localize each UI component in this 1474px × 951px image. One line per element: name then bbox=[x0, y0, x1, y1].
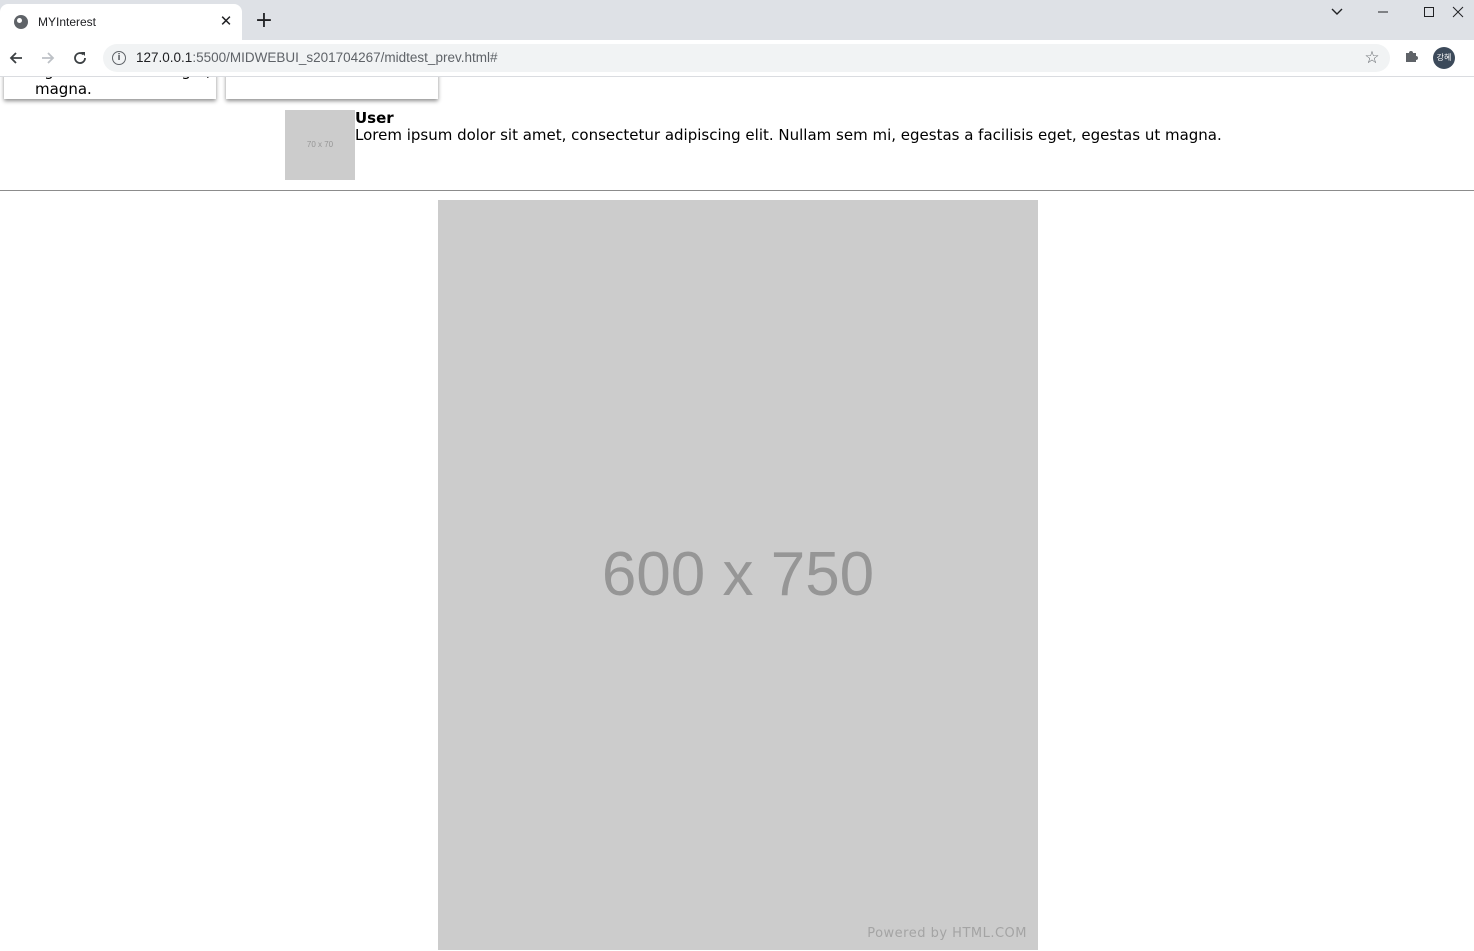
divider bbox=[0, 190, 1474, 191]
arrow-left-icon bbox=[9, 52, 22, 64]
address-bar[interactable]: i 127.0.0.1:5500/MIDWEBUI_s201704267/mid… bbox=[103, 44, 1390, 72]
username[interactable]: User bbox=[355, 110, 394, 126]
chevron-down-icon bbox=[1331, 8, 1343, 15]
globe-icon bbox=[14, 15, 28, 29]
post-description: Lorem ipsum dolor sit amet, consectetur … bbox=[355, 126, 1222, 144]
back-button[interactable] bbox=[4, 46, 28, 70]
tab-strip: MYInterest ✕ + bbox=[0, 0, 1474, 40]
browser-tab[interactable]: MYInterest ✕ bbox=[0, 4, 242, 40]
tab-close-button[interactable]: ✕ bbox=[217, 12, 235, 30]
main-image[interactable]: 600 x 750 Powered by HTML.COM bbox=[438, 200, 1038, 950]
url-text[interactable]: 127.0.0.1:5500/MIDWEBUI_s201704267/midte… bbox=[136, 50, 497, 65]
forward-button[interactable] bbox=[36, 46, 60, 70]
info-icon[interactable]: i bbox=[112, 51, 126, 65]
image-credit: Powered by HTML.COM bbox=[867, 926, 1027, 941]
new-tab-button[interactable]: + bbox=[253, 10, 275, 32]
pin-card[interactable] bbox=[226, 77, 438, 99]
page-viewport: egestas a facilisis eget, egestas ut mag… bbox=[0, 77, 1474, 951]
reload-icon bbox=[74, 52, 86, 64]
puzzle-shape bbox=[1406, 51, 1418, 62]
image-placeholder-label: 600 x 750 bbox=[601, 540, 875, 609]
minimize-icon bbox=[1378, 11, 1388, 13]
url-host: 127.0.0.1 bbox=[136, 50, 193, 65]
tab-title: MYInterest bbox=[38, 15, 97, 29]
minimize-button[interactable] bbox=[1360, 0, 1406, 28]
puzzle-icon[interactable] bbox=[1401, 48, 1421, 68]
user-avatar[interactable]: 70 x 70 bbox=[285, 110, 355, 180]
close-icon bbox=[1452, 6, 1464, 18]
reload-button[interactable] bbox=[68, 46, 92, 70]
tab-search-button[interactable] bbox=[1314, 0, 1360, 28]
profile-avatar[interactable]: 강혜 bbox=[1433, 47, 1455, 69]
url-path: :5500/MIDWEBUI_s201704267/midtest_prev.h… bbox=[192, 50, 498, 65]
post-header: 70 x 70 User Lorem ipsum dolor sit amet,… bbox=[285, 110, 1285, 180]
arrow-right-icon bbox=[42, 52, 55, 64]
maximize-button[interactable] bbox=[1406, 0, 1452, 28]
browser-toolbar: i 127.0.0.1:5500/MIDWEBUI_s201704267/mid… bbox=[0, 40, 1474, 77]
star-icon[interactable]: ☆ bbox=[1361, 47, 1383, 69]
pin-card[interactable]: egestas a facilisis eget, egestas ut mag… bbox=[4, 77, 294, 99]
maximize-icon bbox=[1424, 7, 1434, 17]
card-text: magna. bbox=[35, 80, 92, 98]
close-window-button[interactable] bbox=[1452, 0, 1474, 28]
